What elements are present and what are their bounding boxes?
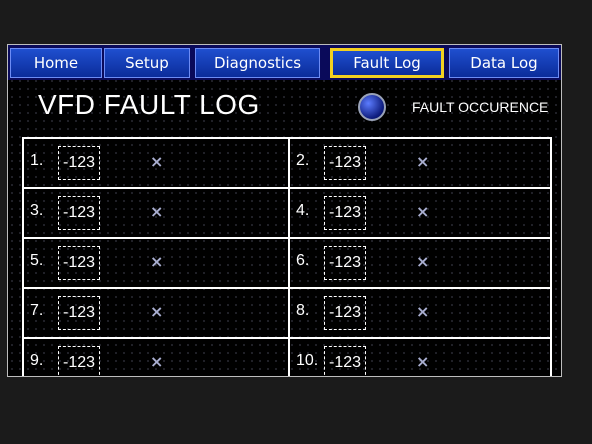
fault-index: 5. <box>30 252 44 269</box>
fault-entry: 10. -123 × <box>290 340 552 376</box>
fault-code-field[interactable]: -123 <box>324 146 366 180</box>
row-divider <box>24 187 550 189</box>
fault-code-field[interactable]: -123 <box>324 346 366 376</box>
fault-entry: 7. -123 × <box>24 290 286 336</box>
tab-diagnostics[interactable]: Diagnostics <box>195 48 320 78</box>
clear-icon[interactable]: × <box>150 352 163 371</box>
row-divider <box>24 337 550 339</box>
fault-occurrence-label: FAULT OCCURENCE <box>412 99 549 115</box>
fault-code-field[interactable]: -123 <box>58 196 100 230</box>
fault-index: 9. <box>30 352 44 369</box>
fault-entry: 4. -123 × <box>290 190 552 236</box>
row-divider <box>24 287 550 289</box>
tab-fault-log[interactable]: Fault Log <box>330 48 444 78</box>
fault-index: 2. <box>296 152 310 169</box>
clear-icon[interactable]: × <box>416 352 429 371</box>
fault-entry: 6. -123 × <box>290 240 552 286</box>
clear-icon[interactable]: × <box>150 252 163 271</box>
clear-icon[interactable]: × <box>416 302 429 321</box>
tab-home[interactable]: Home <box>10 48 102 78</box>
clear-icon[interactable]: × <box>416 202 429 221</box>
clear-icon[interactable]: × <box>150 152 163 171</box>
fault-index: 6. <box>296 252 310 269</box>
fault-entry: 1. -123 × <box>24 140 286 186</box>
fault-entry: 8. -123 × <box>290 290 552 336</box>
fault-code-field[interactable]: -123 <box>324 296 366 330</box>
clear-icon[interactable]: × <box>150 202 163 221</box>
fault-code-field[interactable]: -123 <box>58 146 100 180</box>
tab-data-log[interactable]: Data Log <box>449 48 559 78</box>
hmi-screen: Home Setup Diagnostics Fault Log Data Lo… <box>7 44 562 377</box>
tab-bar: Home Setup Diagnostics Fault Log Data Lo… <box>8 45 561 80</box>
fault-entry: 5. -123 × <box>24 240 286 286</box>
fault-code-field[interactable]: -123 <box>58 346 100 376</box>
fault-entry: 3. -123 × <box>24 190 286 236</box>
row-divider <box>24 237 550 239</box>
fault-index: 3. <box>30 202 44 219</box>
fault-log-table: 1. -123 × 2. -123 × 3. -123 × 4. -123 × … <box>22 137 552 376</box>
fault-code-field[interactable]: -123 <box>324 196 366 230</box>
fault-index: 4. <box>296 202 310 219</box>
fault-index: 7. <box>30 302 44 319</box>
clear-icon[interactable]: × <box>416 252 429 271</box>
fault-code-field[interactable]: -123 <box>58 246 100 280</box>
clear-icon[interactable]: × <box>150 302 163 321</box>
tab-setup[interactable]: Setup <box>104 48 190 78</box>
page-title: VFD FAULT LOG <box>38 89 260 120</box>
fault-index: 1. <box>30 152 44 169</box>
fault-code-field[interactable]: -123 <box>324 246 366 280</box>
fault-entry: 2. -123 × <box>290 140 552 186</box>
status-led-icon <box>358 93 386 121</box>
fault-index: 8. <box>296 302 310 319</box>
fault-index: 10. <box>296 352 319 369</box>
fault-entry: 9. -123 × <box>24 340 286 376</box>
fault-code-field[interactable]: -123 <box>58 296 100 330</box>
clear-icon[interactable]: × <box>416 152 429 171</box>
